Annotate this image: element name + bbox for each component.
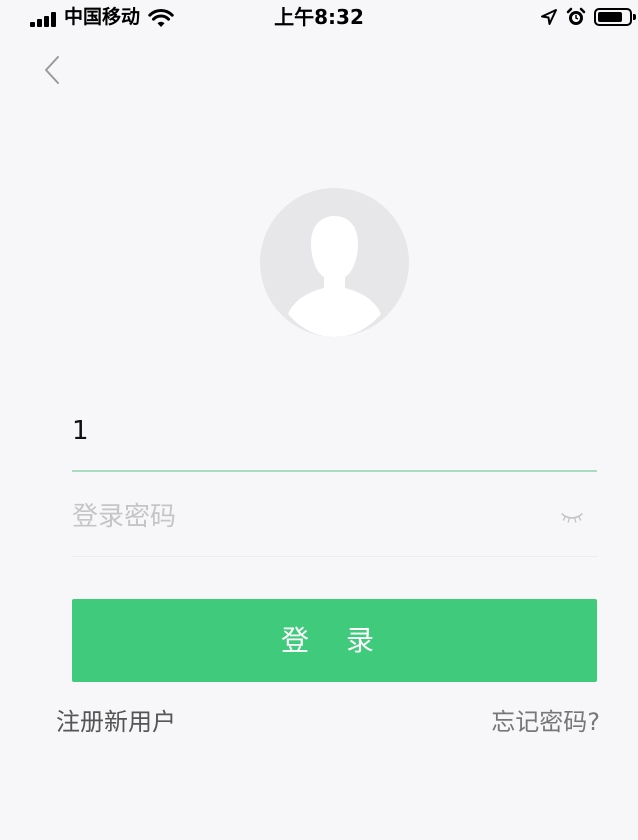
username-field[interactable]: 1 [72,402,597,472]
back-button[interactable] [36,52,72,88]
password-placeholder: 登录密码 [72,502,177,532]
status-right-icons [528,6,638,30]
avatar [260,188,409,337]
location-icon [541,9,557,25]
alarm-icon [566,7,586,25]
battery-tip [633,14,636,20]
username-input-value: 1 [72,416,89,446]
register-link[interactable]: 注册新用户 [56,706,176,738]
password-field[interactable]: 登录密码 [72,486,597,557]
status-bar: 中国移动 上午8:32 [0,0,638,36]
forgot-password-link[interactable]: 忘记密码? [491,706,600,738]
login-button[interactable]: 登 录 [72,599,597,682]
battery-icon [594,8,632,26]
eye-closed-icon[interactable] [559,506,585,526]
chevron-left-icon [45,56,59,84]
default-user-avatar-icon [288,216,381,337]
login-screen: 中国移动 上午8:32 1 登录密码 登 录 注册新用户 忘记密码? [0,0,638,840]
